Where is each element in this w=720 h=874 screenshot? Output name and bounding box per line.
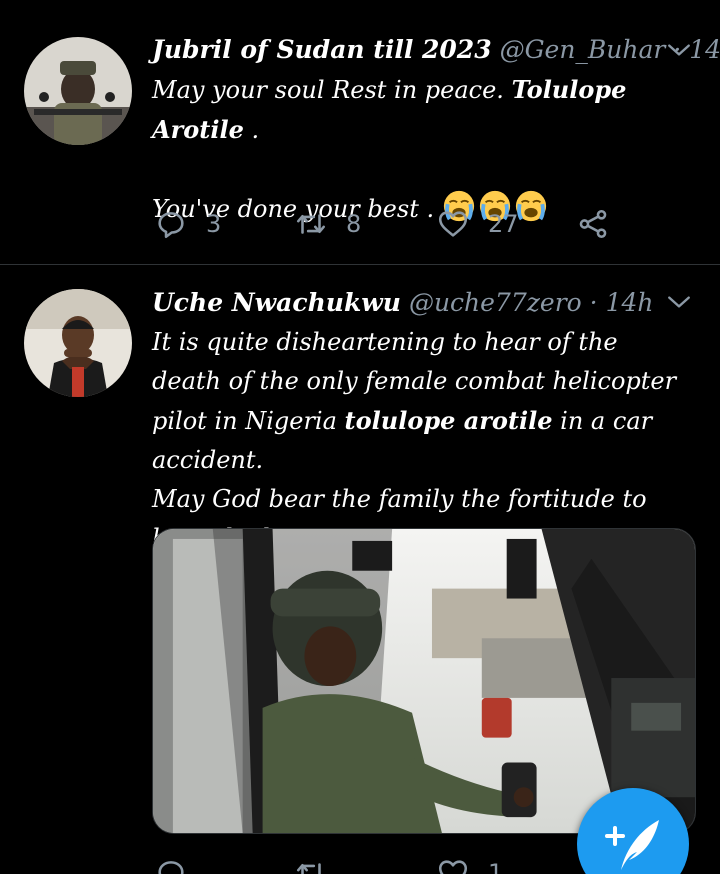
highlighted-name[interactable]: tolulope arotile xyxy=(345,406,553,435)
author-handle[interactable]: @uche77zero xyxy=(409,288,582,317)
author-handle[interactable]: @Gen_Buhar xyxy=(500,35,666,64)
like-count: 1 xyxy=(488,859,504,874)
like-button[interactable]: 1 xyxy=(436,853,503,874)
retweet-icon xyxy=(296,863,321,874)
tweet-header: Jubril of Sudan till 2023 @Gen_Buhar · 1… xyxy=(152,30,720,70)
heart-icon xyxy=(438,860,468,874)
chevron-down-icon[interactable] xyxy=(666,289,692,315)
reply-icon xyxy=(158,861,184,874)
text-segment: . xyxy=(251,116,260,144)
chevron-down-icon[interactable] xyxy=(666,37,692,63)
tweet[interactable]: Uche Nwachukwu @uche77zero · 14h It is q… xyxy=(0,265,720,874)
helicopter-cockpit-photo xyxy=(153,529,695,833)
retweet-count: 8 xyxy=(346,210,362,238)
avatar-image xyxy=(24,289,132,397)
tweet-actions: 1 xyxy=(152,853,632,874)
timestamp[interactable]: 14h xyxy=(606,288,654,317)
like-button[interactable]: 27 xyxy=(436,204,519,244)
retweet-button[interactable]: 8 xyxy=(294,204,361,244)
reply-icon xyxy=(158,212,184,239)
tweet[interactable]: Jubril of Sudan till 2023 @Gen_Buhar · 1… xyxy=(0,0,720,264)
avatar[interactable] xyxy=(24,289,132,397)
tweet-header: Uche Nwachukwu @uche77zero · 14h xyxy=(152,283,696,323)
retweet-button[interactable] xyxy=(294,853,346,874)
compose-tweet-icon xyxy=(605,820,659,870)
share-button[interactable] xyxy=(576,204,628,244)
reply-button[interactable] xyxy=(154,853,206,874)
author-name[interactable]: Jubril of Sudan till 2023 xyxy=(152,35,492,64)
avatar[interactable] xyxy=(24,37,132,145)
tweet-actions: 3 8 27 xyxy=(152,204,632,244)
timestamp[interactable]: 14h xyxy=(689,35,720,64)
separator: · xyxy=(589,288,598,317)
avatar-image xyxy=(24,37,132,145)
like-count: 27 xyxy=(488,210,519,238)
tweet-image[interactable] xyxy=(152,528,696,834)
text-segment: May your soul Rest in peace. xyxy=(152,76,504,104)
retweet-icon xyxy=(296,214,326,234)
reply-count: 3 xyxy=(206,210,222,238)
share-icon xyxy=(579,209,607,239)
tweet-text: It is quite disheartening to hear of the… xyxy=(152,323,690,558)
heart-icon xyxy=(438,211,468,237)
reply-button[interactable]: 3 xyxy=(154,204,221,244)
author-name[interactable]: Uche Nwachukwu xyxy=(152,288,401,317)
